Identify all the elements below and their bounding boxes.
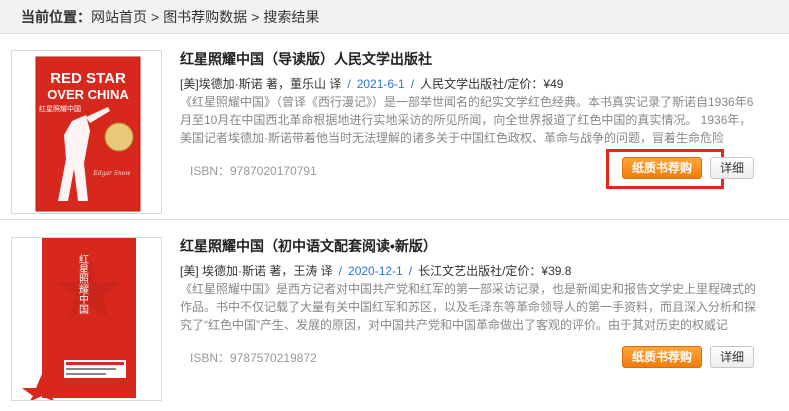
breadcrumb: 当前位置：网站首页 > 图书荐购数据 > 搜索结果 [0,0,789,34]
book-meta: [美]埃德加·斯诺 著，董乐山 译/2021-6-1/人民文学出版社/定价：¥4… [180,77,564,91]
detail-button[interactable]: 详细 [710,157,754,179]
breadcrumb-label: 当前位置： [21,9,91,25]
book-cover-art: 红星照耀中国 [12,238,161,400]
book-cover-art: RED STAR OVER CHINA 红星照耀中国 Edgar Snow [12,51,161,213]
book-isbn: ISBN：9787570219872 [190,351,317,365]
book-cover[interactable]: RED STAR OVER CHINA 红星照耀中国 Edgar Snow [11,50,162,214]
book-title-link[interactable]: 红星照耀中国（导读版）人民文学出版社 [180,49,432,69]
publish-date: 2020-12-1 [348,264,403,278]
book-title-link[interactable]: 红星照耀中国（初中语文配套阅读•新版） [180,236,437,256]
recommend-print-button[interactable]: 纸质书荐购 [622,346,702,368]
breadcrumb-separator: > [151,9,160,25]
recommend-print-button[interactable]: 纸质书荐购 [622,157,702,179]
book-authors: [美] 埃德加·斯诺 著，王涛 译 [180,264,333,278]
book-authors: [美]埃德加·斯诺 著，董乐山 译 [180,77,342,91]
cover-title-en-1: RED STAR [50,70,126,87]
publisher: 人民文学出版社 [420,77,505,91]
cover-title-cn: 红星照耀中国 [39,104,81,113]
book-price: /定价：¥49 [504,77,564,91]
book-price: /定价：¥39.8 [502,264,572,278]
book-isbn: ISBN：9787020170791 [190,164,317,178]
book-cover[interactable]: 红星照耀中国 [11,237,162,401]
result-item: RED STAR OVER CHINA 红星照耀中国 Edgar Snow 红星… [0,34,789,220]
result-item: 红星照耀中国 红星照耀中国（初中语文配套阅读•新版） [美] 埃德加·斯诺 著，… [0,221,789,407]
breadcrumb-recommend-link[interactable]: 图书荐购数据 [163,9,247,25]
publish-date: 2021-6-1 [356,77,405,91]
breadcrumb-separator: > [251,9,260,25]
svg-text:Edgar Snow: Edgar Snow [92,170,131,177]
book-description: 《红星照耀中国》是西方记者对中国共产党和红军的第一部采访记录，也是新闻史和报告文… [180,282,757,332]
detail-button[interactable]: 详细 [710,346,754,368]
book-meta: [美] 埃德加·斯诺 著，王涛 译/2020-12-1/长江文艺出版社/定价：¥… [180,264,572,278]
book-description: 《红星照耀中国》（曾译《西行漫记》）是一部举世闻名的纪实文学红色经典。本书真实记… [180,95,754,145]
cover-title-en-2: OVER CHINA [47,87,129,102]
cover-title-cn: 红星照耀中国 [77,253,89,315]
breadcrumb-current: 搜索结果 [263,9,320,25]
breadcrumb-home-link[interactable]: 网站首页 [91,9,147,25]
publisher: 长江文艺出版社 [418,264,503,278]
